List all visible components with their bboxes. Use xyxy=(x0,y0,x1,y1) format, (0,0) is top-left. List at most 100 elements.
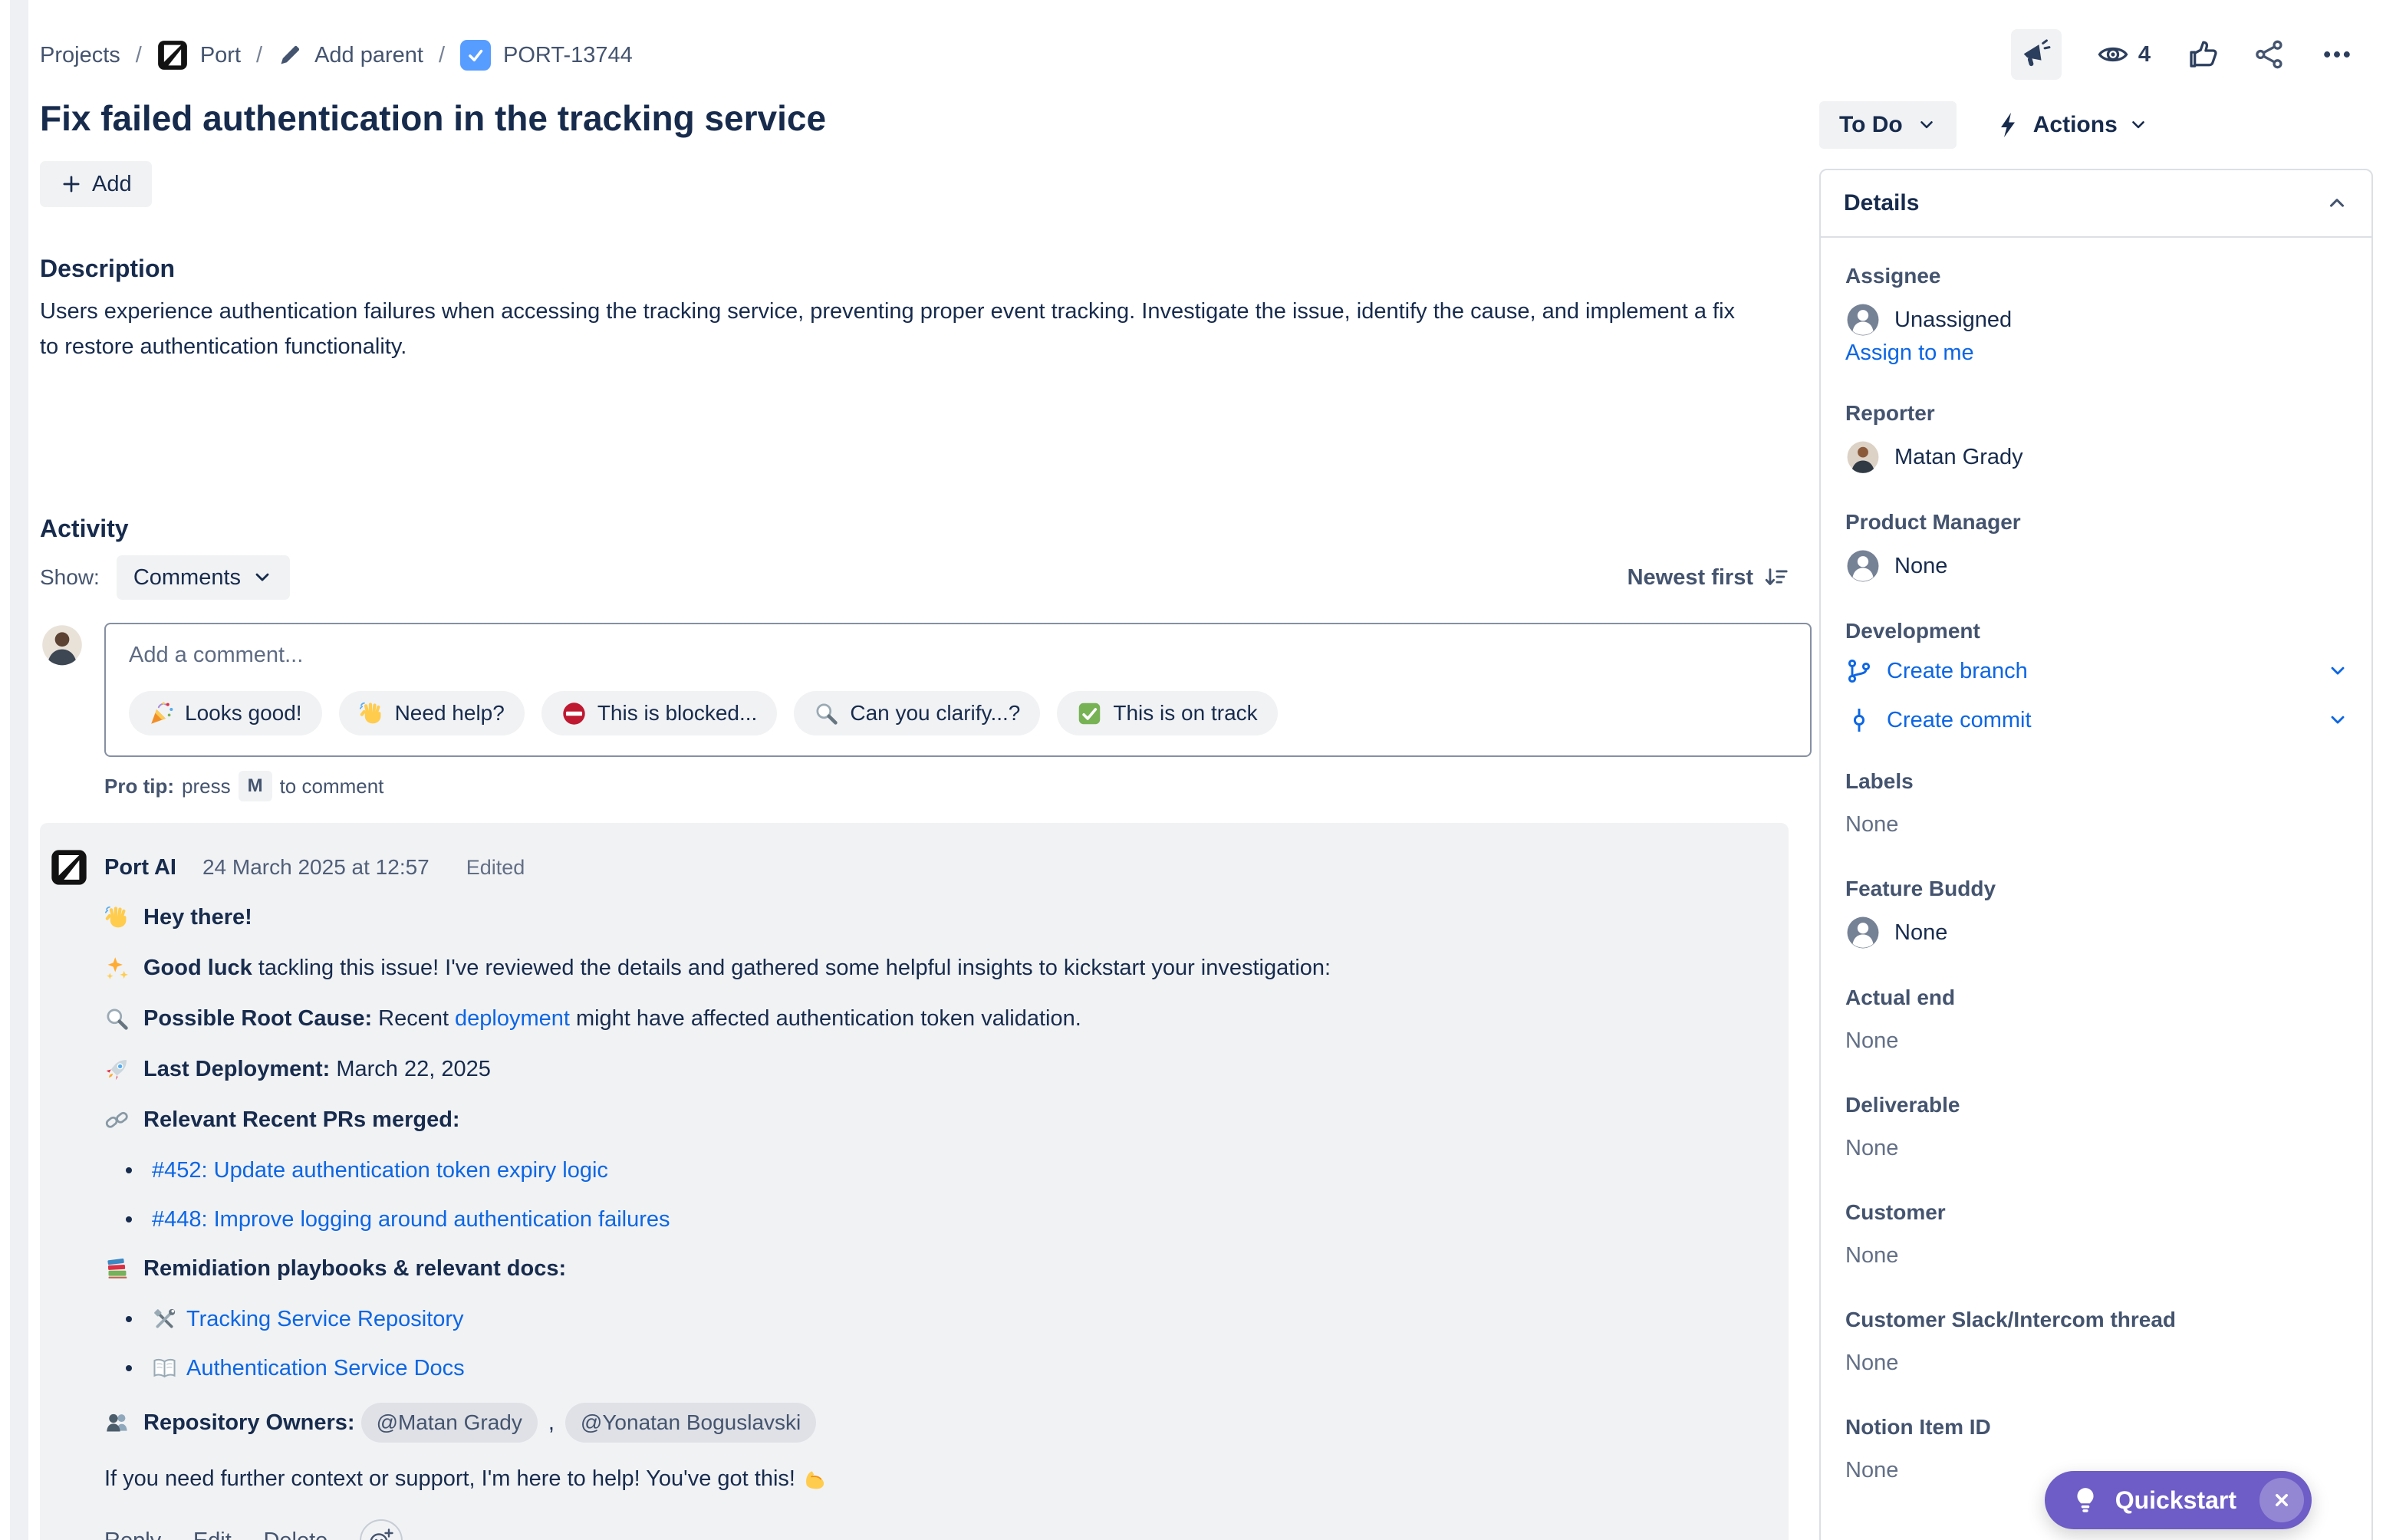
collapse-details-button[interactable] xyxy=(2325,191,2348,216)
create-commit-button[interactable]: Create commit xyxy=(1845,706,2348,734)
open-book-icon xyxy=(152,1356,177,1381)
feature-buddy-name: None xyxy=(1894,920,1947,946)
details-panel: Details Assignee Unassigned Assign to me… xyxy=(1819,169,2373,1540)
add-reaction-button[interactable] xyxy=(360,1519,403,1540)
activity-filter-row: Show: Comments Newest first xyxy=(40,555,1789,600)
quick-reply-looks-good[interactable]: Looks good! xyxy=(129,691,322,735)
breadcrumb-add-parent[interactable]: Add parent xyxy=(278,43,423,68)
comment-bold-text: Possible Root Cause: xyxy=(143,1004,372,1033)
docs-heading: Remidiation playbooks & relevant docs: xyxy=(143,1254,566,1283)
field-label: Deliverable xyxy=(1845,1093,2348,1117)
details-header[interactable]: Details xyxy=(1821,170,2371,236)
quick-reply-clarify[interactable]: Can you clarify...? xyxy=(794,691,1040,735)
breadcrumb-issue-key[interactable]: PORT-13744 xyxy=(460,40,633,71)
quickstart-close-button[interactable] xyxy=(2259,1478,2304,1522)
books-icon xyxy=(104,1256,130,1282)
field-label: Reporter xyxy=(1845,401,2348,426)
right-sidebar: To Do Actions Details Assignee U xyxy=(1819,0,2373,1540)
customer-slack-value[interactable]: None xyxy=(1845,1346,2348,1380)
quick-reply-blocked[interactable]: This is blocked... xyxy=(541,691,778,735)
field-development: Development Create branch Create commit xyxy=(1845,619,2348,734)
rocket-icon xyxy=(104,1057,130,1082)
quick-reply-label: Need help? xyxy=(395,701,505,726)
delete-button[interactable]: Delete xyxy=(263,1528,327,1540)
party-popper-icon xyxy=(149,701,174,726)
description-heading: Description xyxy=(40,255,1789,283)
deliverable-value[interactable]: None xyxy=(1845,1131,2348,1165)
add-button[interactable]: Add xyxy=(40,161,152,207)
status-dropdown[interactable]: To Do xyxy=(1819,101,1957,149)
assignee-value[interactable]: Unassigned xyxy=(1845,302,2348,337)
assign-to-me-link[interactable]: Assign to me xyxy=(1845,341,1974,366)
reporter-value[interactable]: Matan Grady xyxy=(1845,439,2348,475)
comment-body: Hey there! Good lucktackling this issue!… xyxy=(104,903,1758,1493)
reply-button[interactable]: Reply xyxy=(104,1528,161,1540)
collapsed-nav-rail[interactable] xyxy=(10,0,28,1540)
pr-448-link[interactable]: #448: Improve logging around authenticat… xyxy=(152,1205,670,1234)
comment-input[interactable] xyxy=(129,643,1787,668)
comment-text: Recent xyxy=(378,1004,449,1033)
bullet xyxy=(126,1167,132,1173)
pr-452-link[interactable]: #452: Update authentication token expiry… xyxy=(152,1156,608,1185)
product-manager-value[interactable]: None xyxy=(1845,548,2348,584)
details-body: Assignee Unassigned Assign to me Reporte… xyxy=(1821,238,2371,1487)
quick-reply-row: Looks good! Need help? This is blocked..… xyxy=(129,691,1787,735)
comment-bold-text: Good luck xyxy=(143,953,252,982)
auth-docs-link[interactable]: Authentication Service Docs xyxy=(186,1354,465,1383)
field-assignee: Assignee Unassigned Assign to me xyxy=(1845,264,2348,366)
bullet xyxy=(126,1216,132,1222)
comment-composer: Looks good! Need help? This is blocked..… xyxy=(40,623,1789,757)
tracking-repo-link[interactable]: Tracking Service Repository xyxy=(186,1305,464,1334)
comments-filter-dropdown[interactable]: Comments xyxy=(117,555,290,600)
pro-tip-text: press xyxy=(182,775,231,798)
comment-input-box[interactable]: Looks good! Need help? This is blocked..… xyxy=(104,623,1812,757)
no-entry-icon xyxy=(561,701,587,726)
mention-matan-grady[interactable]: @Matan Grady xyxy=(361,1403,538,1443)
unassigned-avatar-icon xyxy=(1845,302,1881,337)
comment-timestamp[interactable]: 24 March 2025 at 12:57 xyxy=(202,855,430,880)
sort-descending-icon xyxy=(1762,564,1789,591)
field-label: Customer xyxy=(1845,1200,2348,1225)
sort-order-button[interactable]: Newest first xyxy=(1628,564,1789,591)
description-body[interactable]: Users experience authentication failures… xyxy=(40,294,1750,364)
product-manager-name: None xyxy=(1894,554,1947,579)
quick-reply-on-track[interactable]: This is on track xyxy=(1057,691,1277,735)
breadcrumb-project-label: Port xyxy=(200,43,241,68)
magnifying-glass-icon xyxy=(104,1006,130,1032)
issue-title[interactable]: Fix failed authentication in the trackin… xyxy=(40,94,1789,143)
customer-value[interactable]: None xyxy=(1845,1239,2348,1272)
create-commit-label: Create commit xyxy=(1887,708,2032,733)
feature-buddy-value[interactable]: None xyxy=(1845,915,2348,950)
breadcrumb-project-port[interactable]: Port xyxy=(157,40,241,71)
create-branch-button[interactable]: Create branch xyxy=(1845,657,2348,685)
reporter-name: Matan Grady xyxy=(1894,445,2023,470)
actual-end-value[interactable]: None xyxy=(1845,1024,2348,1058)
quick-reply-need-help[interactable]: Need help? xyxy=(339,691,525,735)
lightbulb-icon xyxy=(2071,1486,2100,1515)
separator-dot: · xyxy=(340,1528,347,1540)
comment-port-ai: Port AI 24 March 2025 at 12:57 Edited He… xyxy=(40,823,1789,1540)
list-item: Authentication Service Docs xyxy=(126,1354,1758,1383)
comment-author: Port AI xyxy=(104,855,176,880)
field-label: Customer Slack/Intercom thread xyxy=(1845,1308,2348,1332)
comment-text: March 22, 2025 xyxy=(336,1055,491,1084)
deployment-link[interactable]: deployment xyxy=(455,1004,570,1033)
keyboard-shortcut-m: M xyxy=(239,771,272,801)
waving-hand-icon xyxy=(359,701,384,726)
add-parent-label: Add parent xyxy=(314,43,423,68)
pro-tip-text: to comment xyxy=(280,775,384,798)
plus-icon xyxy=(60,173,83,196)
comment-text: might have affected authentication token… xyxy=(576,1004,1081,1033)
labels-value[interactable]: None xyxy=(1845,808,2348,841)
mention-yonatan-boguslavski[interactable]: @Yonatan Boguslavski xyxy=(565,1403,816,1443)
bullet xyxy=(126,1365,132,1371)
waving-hand-icon xyxy=(104,905,130,930)
separator-dot: · xyxy=(244,1528,252,1540)
chevron-down-icon xyxy=(2128,115,2148,135)
comment-bold-text: Last Deployment: xyxy=(143,1055,330,1084)
actions-dropdown[interactable]: Actions xyxy=(1995,111,2148,139)
quickstart-button[interactable]: Quickstart xyxy=(2045,1471,2312,1529)
comment-edited-badge: Edited xyxy=(466,856,525,880)
breadcrumb-projects[interactable]: Projects xyxy=(40,43,120,68)
edit-button[interactable]: Edit xyxy=(193,1528,232,1540)
